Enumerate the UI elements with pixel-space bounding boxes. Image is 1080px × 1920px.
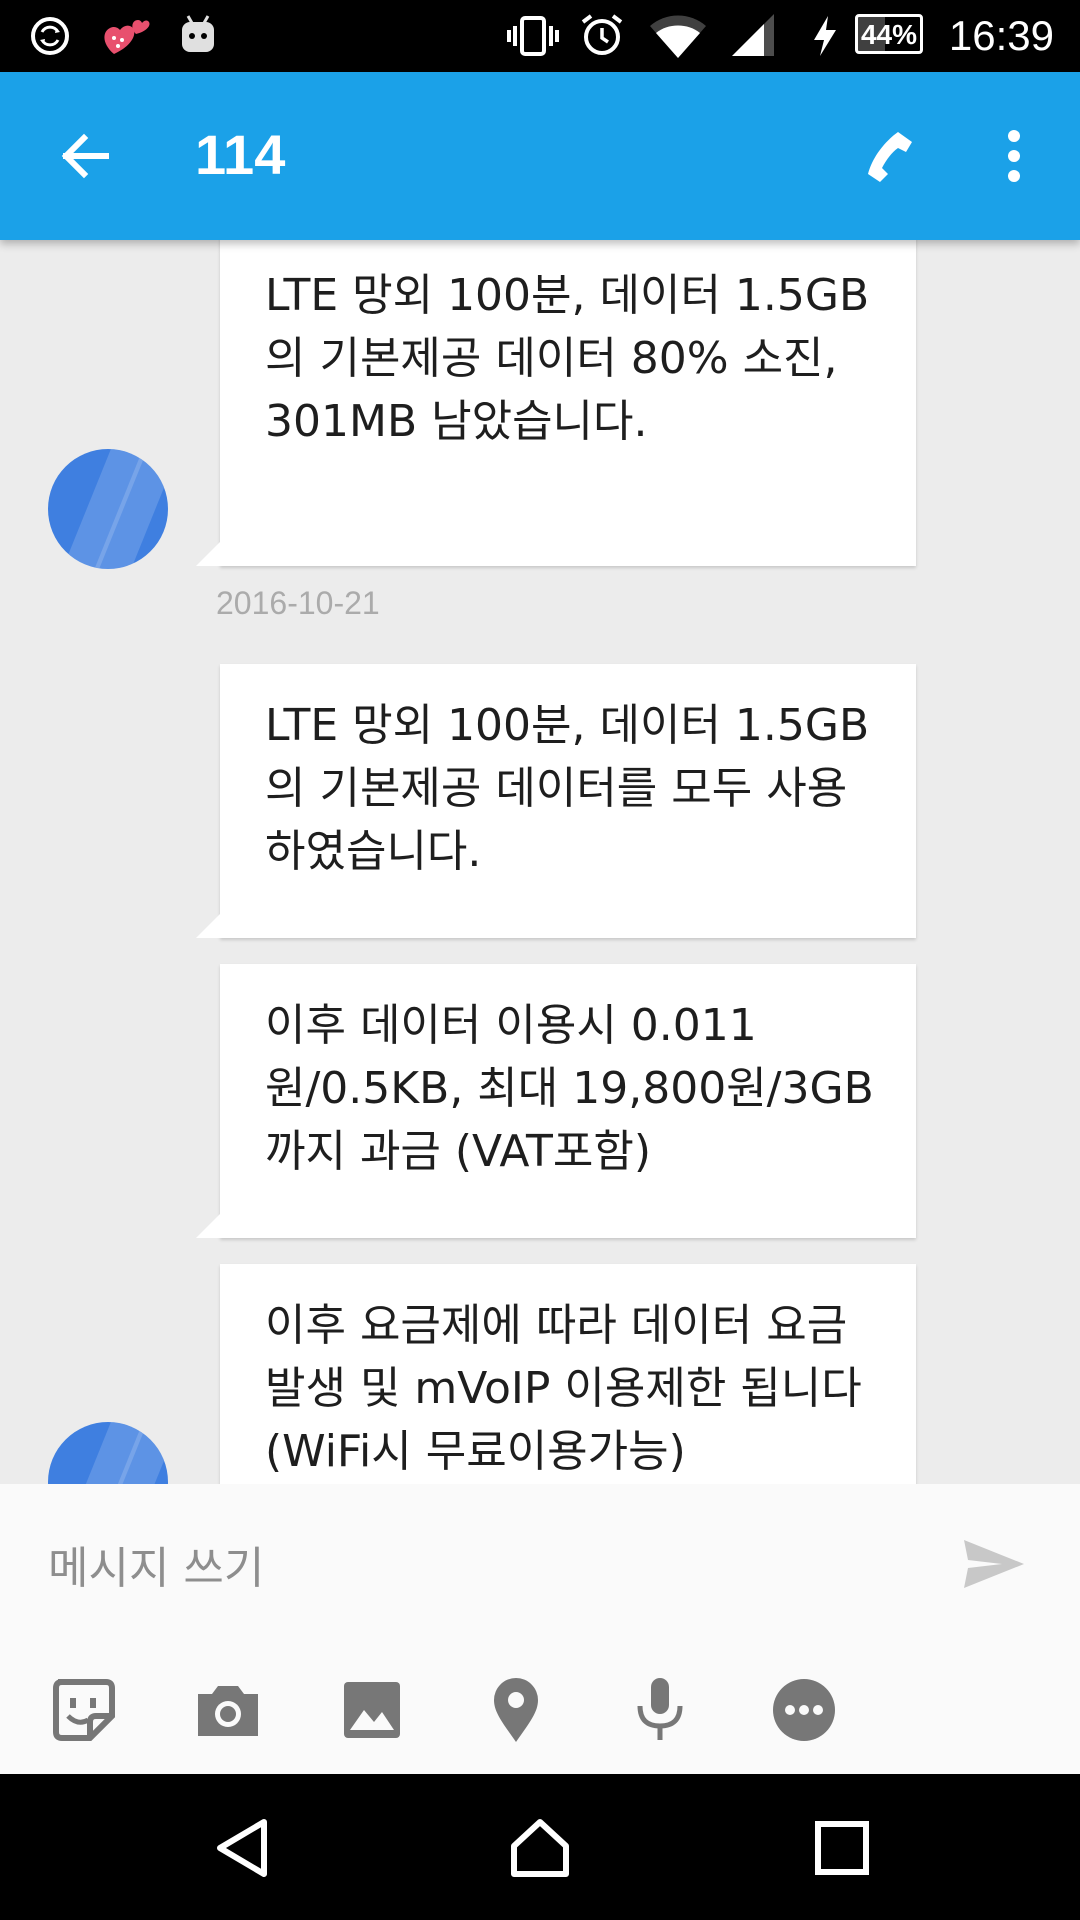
send-icon[interactable] <box>962 1538 1026 1590</box>
back-arrow-icon[interactable] <box>58 132 110 180</box>
more-options-icon[interactable] <box>768 1674 840 1746</box>
home-icon[interactable] <box>508 1816 572 1880</box>
status-bar: 44% 16:39 <box>0 0 1080 72</box>
sender-avatar[interactable] <box>48 1422 168 1484</box>
back-icon[interactable] <box>212 1818 272 1878</box>
image-icon[interactable] <box>336 1674 408 1746</box>
battery-icon: 44% <box>855 14 923 54</box>
message-bubble[interactable]: LTE 망외 100분, 데이터 1.5GB의 기본제공 데이터 80% 소진,… <box>196 240 916 566</box>
message-bubble[interactable]: LTE 망외 100분, 데이터 1.5GB의 기본제공 데이터를 모두 사용하… <box>196 664 916 938</box>
message-list[interactable]: LTE 망외 100분, 데이터 1.5GB의 기본제공 데이터 80% 소진,… <box>0 240 1080 1484</box>
compose-bar: 메시지 쓰기 <box>0 1484 1080 1774</box>
recents-icon[interactable] <box>812 1818 872 1878</box>
message-input[interactable]: 메시지 쓰기 <box>48 1532 264 1596</box>
message-text: LTE 망외 100분, 데이터 1.5GB의 기본제공 데이터 80% 소진,… <box>265 270 870 447</box>
camera-icon[interactable] <box>192 1674 264 1746</box>
microphone-icon[interactable] <box>624 1674 696 1746</box>
location-icon[interactable] <box>480 1674 552 1746</box>
date-divider: 2016-10-21 <box>216 585 380 621</box>
message-text: 이후 데이터 이용시 0.011원/0.5KB, 최대 19,800원/3GB까… <box>265 1000 874 1177</box>
more-vert-icon[interactable] <box>1002 128 1026 184</box>
message-bubble[interactable]: 이후 데이터 이용시 0.011원/0.5KB, 최대 19,800원/3GB까… <box>196 964 916 1238</box>
navigation-bar <box>0 1774 1080 1920</box>
phone-icon[interactable] <box>858 128 914 184</box>
sender-avatar[interactable] <box>48 449 168 569</box>
message-text: 이후 요금제에 따라 데이터 요금발생 및 mVoIP 이용제한 됩니다(WiF… <box>265 1300 862 1477</box>
heart-sticker-icon <box>104 20 150 54</box>
wifi-icon <box>650 15 706 58</box>
message-text: LTE 망외 100분, 데이터 1.5GB의 기본제공 데이터를 모두 사용하… <box>265 700 870 877</box>
alarm-icon <box>581 14 623 55</box>
signal-icon <box>732 14 774 56</box>
battery-percent: 44% <box>860 19 918 50</box>
conversation-title: 114 <box>195 123 286 186</box>
sync-icon <box>31 17 69 55</box>
charging-icon <box>814 16 836 56</box>
sticker-icon[interactable] <box>48 1674 120 1746</box>
android-icon <box>182 15 214 52</box>
vibrate-icon <box>507 16 559 56</box>
message-bubble[interactable]: 이후 요금제에 따라 데이터 요금발생 및 mVoIP 이용제한 됩니다(WiF… <box>220 1264 916 1484</box>
app-bar: 114 <box>0 72 1080 240</box>
status-clock: 16:39 <box>948 12 1054 59</box>
